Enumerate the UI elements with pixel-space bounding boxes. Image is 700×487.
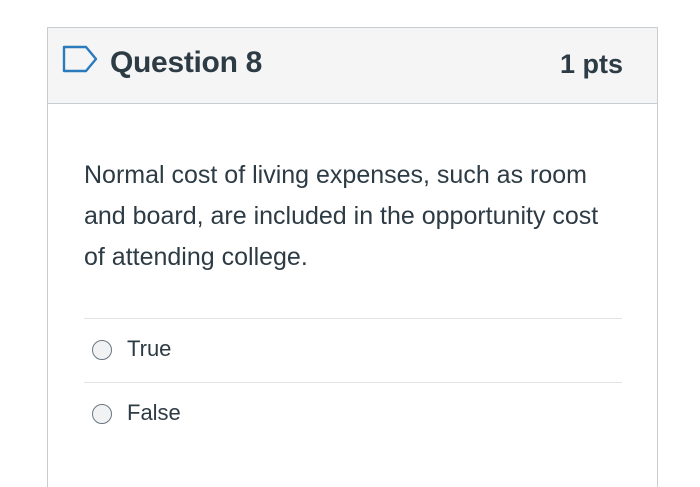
question-title: Question 8 [110, 46, 263, 79]
radio-button[interactable] [92, 404, 112, 424]
answer-list: True False [84, 318, 622, 446]
question-header: Question 8 1 pts [48, 28, 657, 104]
answer-label[interactable]: True [127, 335, 171, 363]
question-points: 1 pts [559, 49, 623, 79]
question-text: Normal cost of living expenses, such as … [84, 161, 599, 271]
answer-option-false[interactable]: False [84, 382, 622, 446]
flag-outline-icon[interactable] [62, 45, 98, 73]
question-card: Question 8 1 pts Normal cost of living e… [47, 27, 658, 487]
radio-button[interactable] [92, 340, 112, 360]
answer-option-true[interactable]: True [84, 318, 622, 382]
answer-label[interactable]: False [127, 399, 181, 427]
